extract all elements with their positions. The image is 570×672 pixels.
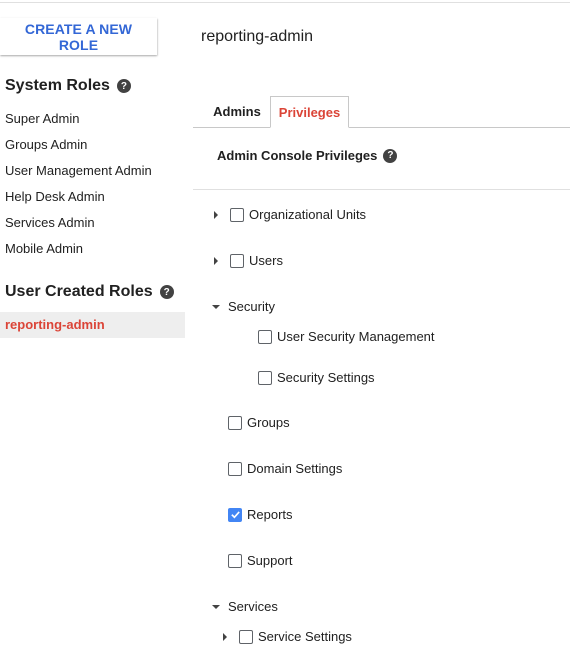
label-security: Security	[228, 299, 275, 314]
system-roles-list: Super Admin Groups Admin User Management…	[0, 106, 185, 262]
role-user-management-admin[interactable]: User Management Admin	[0, 158, 185, 184]
collapse-arrow-icon[interactable]	[212, 604, 220, 609]
page-title: reporting-admin	[201, 28, 314, 45]
user-created-roles-title: User Created Roles	[5, 283, 153, 300]
system-roles-title: System Roles	[5, 77, 110, 94]
top-divider	[0, 2, 570, 3]
user-created-roles-heading: User Created Roles ?	[5, 283, 174, 301]
tree-row-organizational-units: Organizational Units	[214, 207, 366, 222]
label-reports: Reports	[247, 507, 293, 522]
tab-privileges[interactable]: Privileges	[270, 96, 349, 128]
tree-row-user-security-management: User Security Management	[258, 329, 435, 344]
checkbox-organizational-units[interactable]	[230, 207, 244, 222]
privileges-divider	[193, 189, 570, 190]
role-mobile-admin[interactable]: Mobile Admin	[0, 236, 185, 262]
label-service-settings: Service Settings	[258, 629, 352, 644]
expand-arrow-icon[interactable]	[214, 256, 218, 265]
collapse-arrow-icon[interactable]	[212, 304, 220, 309]
system-roles-heading: System Roles ?	[5, 77, 131, 95]
create-new-role-button[interactable]: CREATE A NEW ROLE	[0, 18, 157, 55]
tree-row-service-settings: Service Settings	[223, 629, 352, 644]
privileges-title: Admin Console Privileges	[217, 148, 378, 163]
tree-row-domain-settings: Domain Settings	[228, 461, 342, 476]
privileges-header: Admin Console Privileges ?	[217, 148, 398, 163]
role-groups-admin[interactable]: Groups Admin	[0, 132, 185, 158]
checkbox-user-security-management[interactable]	[258, 329, 272, 344]
help-icon[interactable]: ?	[116, 79, 131, 93]
label-organizational-units: Organizational Units	[249, 207, 367, 222]
checkbox-groups[interactable]	[228, 415, 242, 430]
checkmark-icon	[230, 511, 240, 519]
help-icon[interactable]: ?	[383, 148, 398, 163]
label-services: Services	[228, 599, 278, 614]
tree-row-security: Security	[212, 299, 275, 314]
label-user-security-management: User Security Management	[277, 329, 435, 344]
label-security-settings: Security Settings	[277, 370, 375, 385]
expand-arrow-icon[interactable]	[214, 210, 218, 219]
label-support: Support	[247, 553, 293, 568]
tree-row-reports: Reports	[228, 507, 293, 522]
role-reporting-admin[interactable]: reporting-admin	[0, 312, 185, 338]
tab-admins[interactable]: Admins	[205, 96, 269, 128]
label-users: Users	[249, 253, 283, 268]
checkbox-service-settings[interactable]	[239, 629, 253, 644]
label-domain-settings: Domain Settings	[247, 461, 343, 476]
checkbox-reports[interactable]	[228, 507, 242, 522]
tree-row-security-settings: Security Settings	[258, 370, 375, 385]
tree-row-services: Services	[212, 599, 278, 614]
tree-row-users: Users	[214, 253, 283, 268]
role-super-admin[interactable]: Super Admin	[0, 106, 185, 132]
checkbox-support[interactable]	[228, 553, 242, 568]
checkbox-users[interactable]	[230, 253, 244, 268]
expand-arrow-icon[interactable]	[223, 632, 227, 641]
tree-row-groups: Groups	[228, 415, 290, 430]
checkbox-domain-settings[interactable]	[228, 461, 242, 476]
user-created-roles-list: reporting-admin	[0, 312, 185, 338]
checkbox-security-settings[interactable]	[258, 370, 272, 385]
role-help-desk-admin[interactable]: Help Desk Admin	[0, 184, 185, 210]
role-services-admin[interactable]: Services Admin	[0, 210, 185, 236]
tree-row-support: Support	[228, 553, 293, 568]
help-icon[interactable]: ?	[159, 285, 174, 299]
label-groups: Groups	[247, 415, 290, 430]
